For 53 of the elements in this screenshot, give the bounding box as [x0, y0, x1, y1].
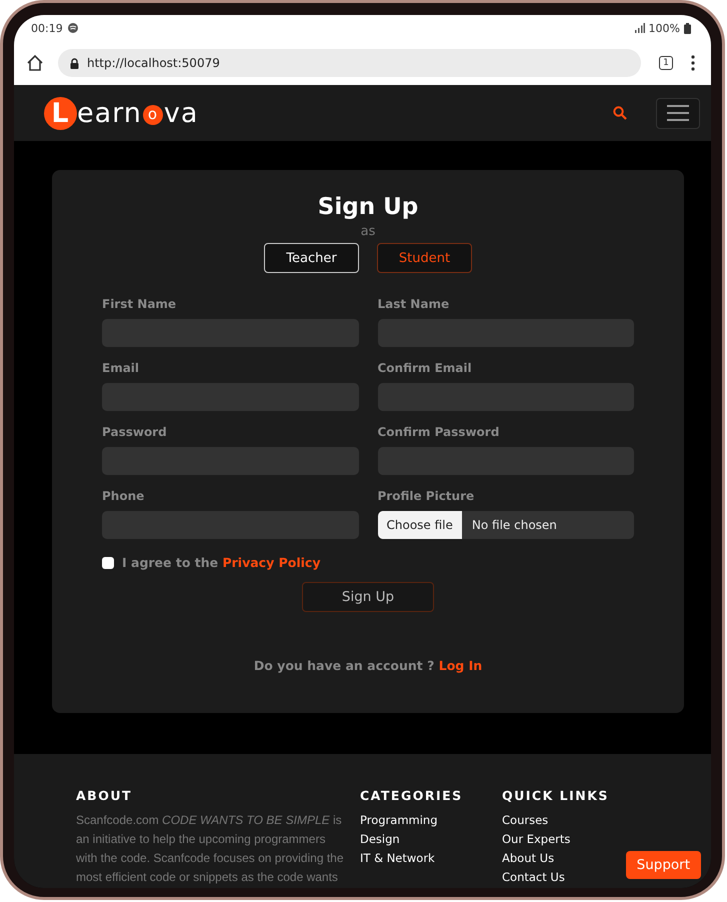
signup-title: Sign Up — [318, 194, 418, 220]
footer-link[interactable]: About Us — [502, 849, 554, 868]
about-text: Scanfcode.com CODE WANTS TO BE SIMPLE is an initiative to help the upcoming programmers with the code. Scanfcode focuses on providing the most efficient code or snippets as the code wants — [76, 812, 345, 886]
tab-count-button[interactable]: 1 — [659, 56, 673, 70]
input-field[interactable] — [378, 319, 634, 347]
field-label: Last Name — [378, 297, 450, 311]
sign-up-button[interactable]: Sign Up — [302, 582, 434, 612]
address-bar[interactable]: http://localhost:50079 — [58, 49, 641, 77]
footer-link[interactable]: Courses — [502, 811, 548, 830]
lock-icon — [70, 58, 79, 68]
input-field[interactable] — [102, 383, 358, 411]
status-time: 00:19 — [31, 22, 63, 34]
choose-file-button[interactable]: Choose file — [378, 511, 462, 539]
field-label: Profile Picture — [378, 489, 476, 503]
footer-heading: ABOUT — [76, 788, 134, 803]
field-label: Confirm Email — [378, 361, 473, 375]
input-field[interactable] — [378, 447, 634, 475]
footer-heading: QUICK LINKS — [502, 788, 609, 803]
privacy-policy-link[interactable]: Privacy Policy — [222, 555, 320, 570]
footer-link[interactable]: Contact Us — [502, 868, 565, 887]
input-field[interactable] — [102, 447, 358, 475]
footer-link[interactable]: Our Experts — [502, 830, 570, 849]
home-icon[interactable] — [26, 54, 44, 72]
field-label: Email — [102, 361, 140, 375]
battery-icon — [684, 22, 691, 34]
footer-heading: CATEGORIES — [360, 788, 463, 803]
file-status: No file chosen — [470, 518, 557, 532]
subtitle: as — [360, 224, 376, 239]
role-tab[interactable]: Student — [377, 243, 472, 273]
footer-link[interactable]: Design — [360, 830, 400, 849]
field-label: Phone — [102, 489, 146, 503]
file-input[interactable]: Choose file No file chosen — [378, 511, 634, 539]
footer-link[interactable]: Programming — [360, 811, 438, 830]
field-label: Confirm Password — [378, 425, 500, 439]
agree-text: I agree to the Privacy Policy — [122, 555, 320, 570]
footer-link[interactable]: IT & Network — [360, 849, 435, 868]
agree-checkbox[interactable] — [102, 556, 114, 568]
menu-icon — [667, 105, 689, 121]
input-field[interactable] — [378, 383, 634, 411]
search-icon[interactable] — [613, 106, 627, 120]
more-options-icon[interactable] — [691, 55, 695, 71]
signal-icon — [634, 23, 645, 33]
field-label: First Name — [102, 297, 178, 311]
notification-icon — [66, 22, 79, 34]
menu-button[interactable] — [656, 98, 700, 128]
login-prompt: Do you have an account ? Log In — [254, 658, 482, 673]
role-tab[interactable]: Teacher — [264, 243, 359, 273]
log-in-link[interactable]: Log In — [438, 658, 482, 673]
field-label: Password — [102, 425, 168, 439]
input-field[interactable] — [102, 511, 358, 539]
input-field[interactable] — [102, 319, 358, 347]
battery-percentage: 100% — [648, 22, 680, 34]
learnova-logo[interactable]: L earn o va — [44, 96, 198, 130]
